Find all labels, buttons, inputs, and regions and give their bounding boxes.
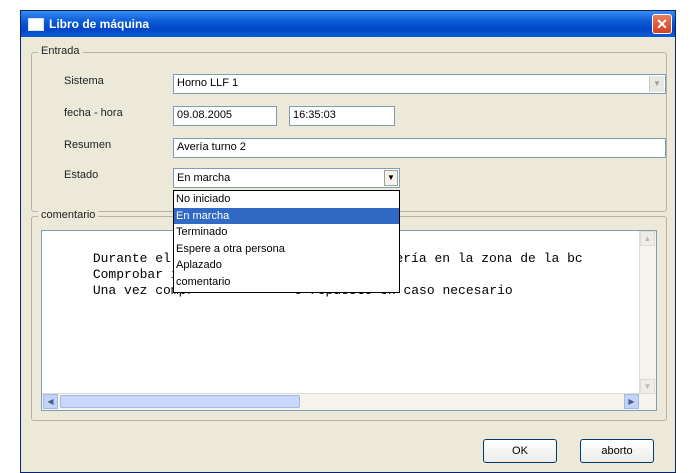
entrada-legend: Entrada — [38, 45, 83, 57]
scroll-up-icon[interactable]: ▲ — [640, 231, 655, 246]
sistema-label: Sistema — [64, 75, 104, 87]
estado-value: En marcha — [177, 172, 231, 184]
comentario-legend: comentario — [38, 209, 99, 221]
sistema-value: Horno LLF 1 — [177, 77, 239, 89]
estado-option-comentario[interactable]: comentario — [174, 274, 399, 291]
window-icon — [28, 18, 44, 31]
ok-button[interactable]: OK — [483, 439, 557, 463]
sistema-field[interactable]: Horno LLF 1 ▼ — [173, 74, 666, 94]
vertical-scrollbar[interactable]: ▲ ▼ — [639, 231, 656, 394]
abort-button[interactable]: aborto — [580, 439, 654, 463]
horizontal-scrollbar[interactable]: ◀ ▶ — [42, 393, 656, 410]
fecha-hora-label: fecha - hora — [64, 107, 123, 119]
machine-log-dialog: Libro de máquina ✕ Entrada Sistema Horno… — [20, 10, 676, 473]
scroll-right-icon[interactable]: ▶ — [624, 394, 639, 409]
resumen-field[interactable]: Avería turno 2 — [173, 138, 666, 158]
scroll-down-icon[interactable]: ▼ — [640, 379, 655, 394]
date-field[interactable]: 09.08.2005 — [173, 106, 277, 126]
sistema-dropdown-icon[interactable]: ▼ — [649, 76, 664, 92]
estado-combobox[interactable]: En marcha ▼ — [173, 168, 400, 188]
estado-label: Estado — [64, 169, 99, 181]
title-bar[interactable]: Libro de máquina ✕ — [21, 11, 675, 37]
horizontal-scroll-thumb[interactable] — [60, 395, 300, 408]
estado-dropdown-list[interactable]: No iniciado En marcha Terminado Espere a… — [173, 190, 400, 293]
estado-option-en-marcha[interactable]: En marcha — [174, 207, 399, 224]
estado-option-espere[interactable]: Espere a otra persona — [174, 241, 399, 258]
estado-option-terminado[interactable]: Terminado — [174, 224, 399, 241]
chevron-down-icon[interactable]: ▼ — [384, 170, 398, 186]
estado-option-aplazado[interactable]: Aplazado — [174, 257, 399, 274]
scroll-left-icon[interactable]: ◀ — [43, 394, 58, 409]
estado-option-no-iniciado[interactable]: No iniciado — [174, 191, 399, 208]
resumen-label: Resumen — [64, 139, 112, 151]
time-field[interactable]: 16:35:03 — [289, 106, 395, 126]
window-title: Libro de máquina — [49, 17, 150, 31]
close-button[interactable]: ✕ — [652, 14, 672, 34]
